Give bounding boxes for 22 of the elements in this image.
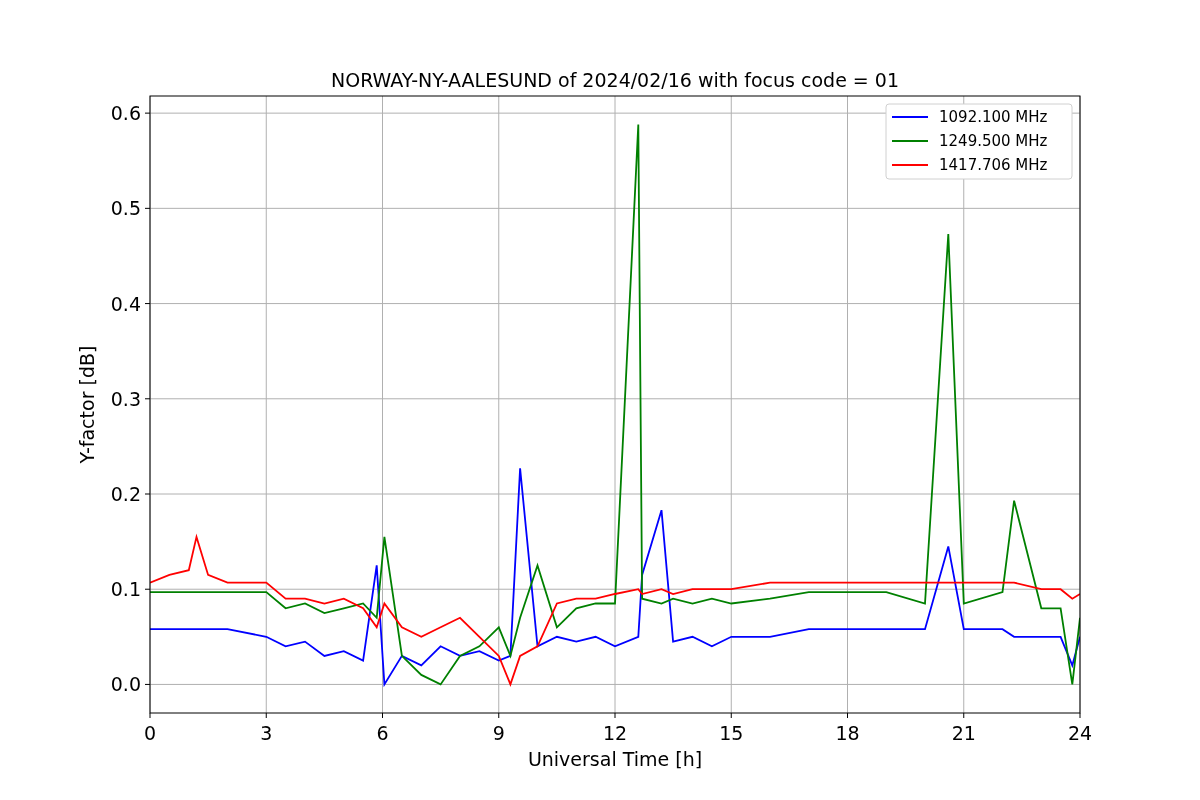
x-tick-label: 3: [260, 722, 273, 744]
chart-title: NORWAY-NY-AALESUND of 2024/02/16 with focus code = 01: [331, 69, 899, 91]
x-tick-label: 24: [1067, 722, 1093, 744]
x-tick-label: 12: [602, 722, 628, 744]
y-tick-label: 0.6: [110, 102, 141, 125]
y-axis-label: Y-factor [dB]: [76, 345, 98, 464]
y-tick-label: 0.5: [110, 197, 141, 220]
legend-label: 1249.500 MHz: [939, 132, 1048, 150]
y-tick-label: 0.0: [110, 673, 141, 696]
x-tick-label: 0: [143, 722, 157, 744]
y-tick-label: 0.4: [110, 292, 141, 315]
x-tick-label: 6: [376, 722, 389, 744]
x-axis-label: Universal Time [h]: [527, 748, 703, 770]
x-tick-label: 18: [835, 722, 860, 744]
legend-label: 1092.100 MHz: [939, 108, 1048, 126]
y-tick-label: 0.2: [110, 483, 141, 505]
x-tick-label: 21: [951, 722, 976, 744]
y-tick-label: 0.3: [110, 387, 141, 410]
x-tick-label: 9: [492, 722, 505, 744]
y-tick-label: 0.1: [110, 578, 141, 601]
x-tick-label: 15: [719, 722, 744, 744]
legend-label: 1417.706 MHz: [939, 156, 1048, 174]
